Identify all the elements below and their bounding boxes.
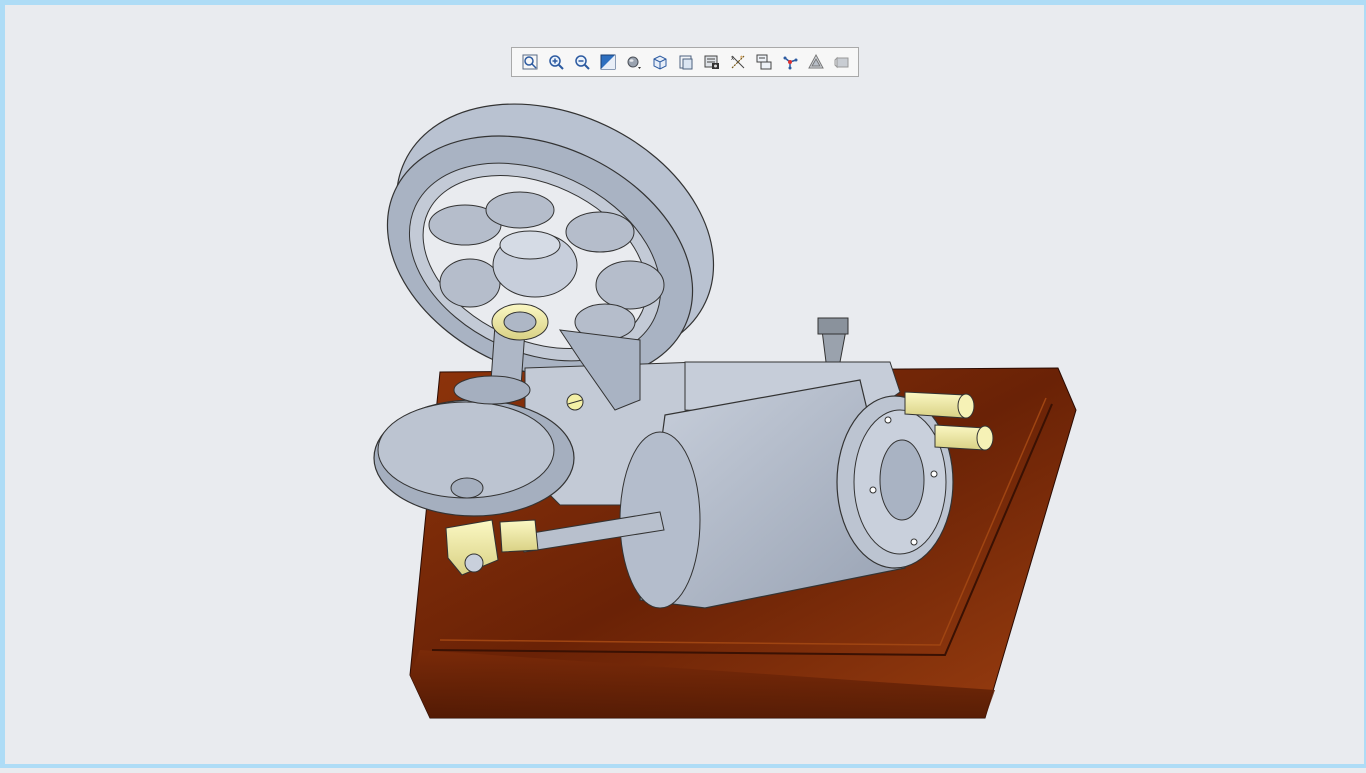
display-style-icon[interactable] (621, 49, 647, 75)
model-viewport[interactable] (0, 0, 1366, 768)
zoom-fit-icon[interactable] (517, 49, 543, 75)
graphics-toolbar: x * (511, 47, 859, 77)
view-manager-icon[interactable] (673, 49, 699, 75)
datum-display-icon[interactable]: x * (725, 49, 751, 75)
view-snapshot-icon[interactable] (699, 49, 725, 75)
saved-orientations-icon[interactable] (647, 49, 673, 75)
perspective-icon[interactable] (803, 49, 829, 75)
spin-center-icon[interactable] (777, 49, 803, 75)
zoom-in-icon[interactable] (543, 49, 569, 75)
repaint-icon[interactable] (595, 49, 621, 75)
annotation-display-icon[interactable] (751, 49, 777, 75)
threaded-bolt (817, 317, 849, 363)
zoom-out-icon[interactable] (569, 49, 595, 75)
more-options-icon[interactable] (829, 49, 855, 75)
engine-assembly-model (373, 103, 1077, 719)
svg-text:x: x (731, 56, 734, 62)
